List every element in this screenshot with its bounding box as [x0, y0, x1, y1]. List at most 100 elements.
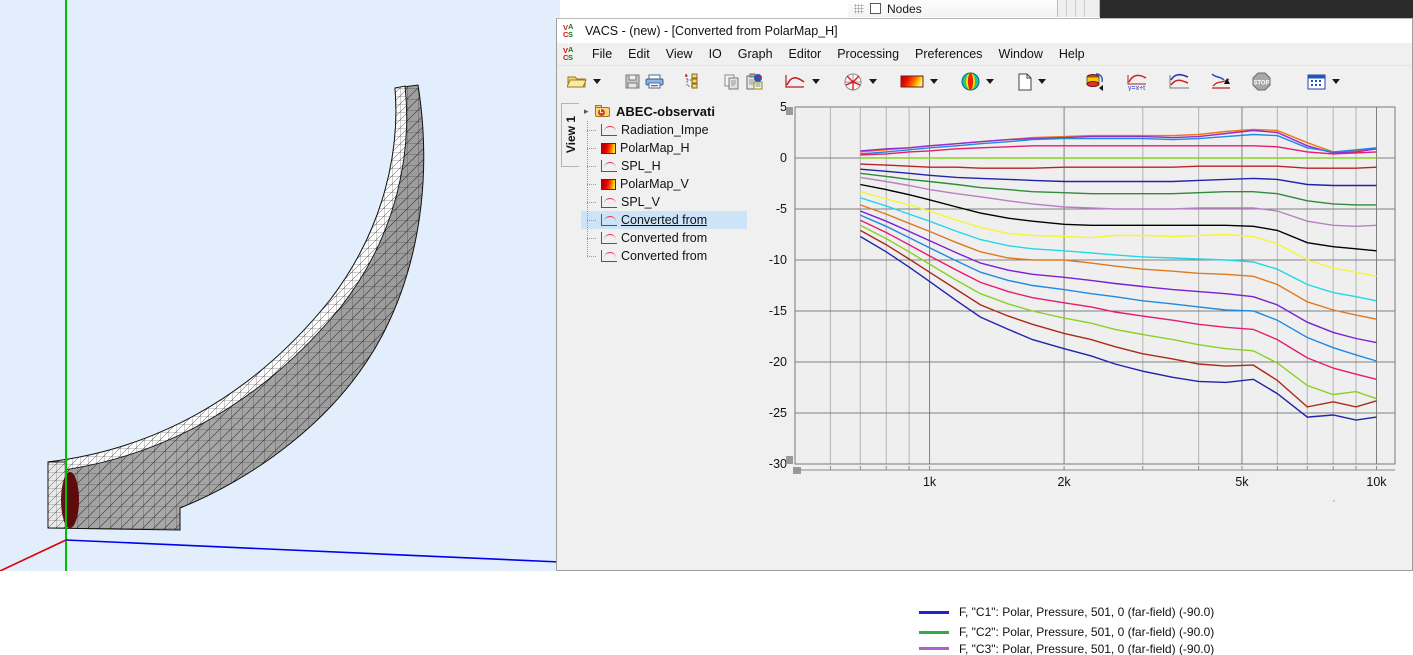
expander-icon[interactable]: ▸ [584, 106, 595, 117]
tree-item-polarmap-h[interactable]: PolarMap_H [581, 139, 747, 157]
y-tick-label: -10 [769, 253, 787, 267]
menu-bar[interactable]: V A C S File Edit View IO Graph Editor P… [557, 43, 1412, 65]
balloon-dropdown-caret[interactable] [986, 79, 994, 84]
new-curve-graph-button[interactable] [782, 69, 808, 95]
new-balloon-button[interactable] [959, 69, 982, 95]
folder-icon: L [595, 105, 611, 118]
stop-sign-icon: STOP [1252, 72, 1271, 91]
vacs-logo-icon: V A C S [563, 21, 578, 39]
copy-icon [724, 74, 739, 90]
horn-body [47, 84, 425, 531]
vacs-window: V A C S VACS - (new) - [Converted from P… [556, 18, 1413, 655]
background-window-scrollbar[interactable] [1058, 0, 1100, 17]
tree-item-label: Converted from [621, 231, 708, 245]
export-curve-button[interactable] [1208, 69, 1234, 95]
tree-item-converted-from-1[interactable]: Converted from [581, 211, 747, 229]
tree-nodes-icon [685, 73, 698, 89]
project-tree[interactable]: ▸ L ABEC-observati Radiation_Impe PolarM… [579, 97, 747, 570]
menu-graph[interactable]: Graph [730, 45, 781, 63]
x-tick-label: 2k [1057, 475, 1071, 489]
axis-x-blue [65, 539, 560, 563]
tree-item-spl-v[interactable]: SPL_V [581, 193, 747, 211]
open-file-button[interactable] [565, 69, 589, 95]
new-polar-graph-button[interactable] [841, 69, 865, 95]
tree-guide-icon [854, 3, 864, 14]
open-file-dropdown-caret[interactable] [593, 79, 601, 84]
curve-graph-icon [785, 75, 805, 88]
tree-item-label: SPL_H [621, 159, 661, 173]
background-window-nodes-row[interactable]: Nodes [848, 0, 1058, 17]
colormap-dropdown-caret[interactable] [930, 79, 938, 84]
toolbar[interactable]: y=x+t STOP [557, 65, 1412, 97]
table-grid-icon [1307, 74, 1326, 89]
nodes-checkbox[interactable] [870, 3, 881, 14]
curve-icon [601, 160, 617, 172]
import-data-button[interactable] [1083, 69, 1108, 95]
tree-item-polarmap-v[interactable]: PolarMap_V [581, 175, 747, 193]
tree-item-converted-from-2[interactable]: Converted from [581, 229, 747, 247]
y-axis-scroll-handle-top[interactable] [786, 107, 793, 115]
graph-panel[interactable]: (dB) Level 50-5-10-15-20-25-301k2k5k10k … [747, 97, 1412, 655]
model-3d-viewport[interactable] [0, 0, 560, 571]
menu-processing[interactable]: Processing [829, 45, 907, 63]
tree-guide-icon [581, 193, 601, 211]
y-tick-label: -30 [769, 457, 787, 471]
tree-item-label: SPL_V [621, 195, 660, 209]
menu-edit[interactable]: Edit [620, 45, 658, 63]
two-curves-icon [1169, 73, 1189, 88]
tree-item-radiation-impedance[interactable]: Radiation_Impe [581, 121, 747, 139]
table-view-button[interactable] [1305, 69, 1328, 95]
curve-export-icon [1211, 73, 1230, 89]
legend-label: F, "C2": Polar, Pressure, 501, 0 (far-fi… [959, 625, 1215, 639]
plot-area[interactable]: 5 0 -5 -10 -15 -20 -25 -30 1k 2k 5k 10k [747, 97, 1407, 502]
tree-item-label: Converted from [621, 249, 708, 263]
menu-file[interactable]: File [584, 45, 620, 63]
line-chart[interactable]: 5 0 -5 -10 -15 -20 -25 -30 1k 2k 5k 10k [747, 97, 1407, 497]
stop-button[interactable]: STOP [1250, 69, 1273, 95]
title-bar[interactable]: V A C S VACS - (new) - [Converted from P… [557, 19, 1412, 43]
tree-item-converted-from-3[interactable]: Converted from [581, 247, 747, 265]
overlay-curves-button[interactable] [1166, 69, 1192, 95]
menu-io[interactable]: IO [701, 45, 730, 63]
logo-letter-a: A [568, 21, 574, 31]
legend-row[interactable]: F, "C1": Polar, Pressure, 501, 0 (far-fi… [919, 602, 1214, 622]
folder-open-icon [567, 76, 587, 88]
tree-guide-icon [581, 175, 601, 193]
logo-letter-a: A [568, 44, 574, 54]
legend-row[interactable]: F, "C2": Polar, Pressure, 501, 0 (far-fi… [919, 622, 1214, 642]
formula-button[interactable]: y=x+t [1124, 69, 1150, 95]
y-axis-scroll-handle-bottom[interactable] [786, 456, 793, 464]
polar-graph-dropdown-caret[interactable] [869, 79, 877, 84]
tree-item-spl-h[interactable]: SPL_H [581, 157, 747, 175]
tree-root-abec-observation[interactable]: ▸ L ABEC-observati [581, 102, 747, 121]
window-content: View 1 ▸ L ABEC-observati Radiation_Impe… [557, 97, 1412, 655]
legend-color-swatch [919, 630, 949, 634]
polar-target-icon [844, 73, 862, 90]
save-file-button[interactable] [622, 69, 643, 95]
polarmap-icon [601, 142, 616, 154]
legend-color-swatch [919, 647, 949, 650]
menu-view[interactable]: View [658, 45, 701, 63]
menu-help[interactable]: Help [1051, 45, 1093, 63]
table-view-dropdown-caret[interactable] [1332, 79, 1340, 84]
curve-graph-dropdown-caret[interactable] [812, 79, 820, 84]
print-button[interactable] [643, 69, 666, 95]
tree-properties-button[interactable] [682, 69, 705, 95]
new-document-dropdown-caret[interactable] [1038, 79, 1046, 84]
view-tab-label: View 1 [563, 116, 578, 154]
y-tick-label: 0 [780, 151, 787, 165]
legend-row[interactable]: F, "C3": Polar, Pressure, 501, 0 (far-fi… [919, 642, 1214, 655]
copy-button[interactable] [721, 69, 743, 95]
y-tick-label: -25 [769, 406, 787, 420]
new-colormap-button[interactable] [898, 69, 926, 95]
view-tab-1[interactable]: View 1 [561, 103, 579, 167]
new-document-button[interactable] [1015, 69, 1034, 95]
menu-preferences[interactable]: Preferences [907, 45, 990, 63]
menu-editor[interactable]: Editor [781, 45, 830, 63]
plot-background [795, 107, 1395, 464]
legend-label: F, "C3": Polar, Pressure, 501, 0 (far-fi… [959, 642, 1215, 655]
curve-icon [601, 214, 617, 226]
nodes-label: Nodes [887, 1, 922, 16]
menu-window[interactable]: Window [990, 45, 1050, 63]
paste-special-button[interactable] [743, 69, 766, 95]
